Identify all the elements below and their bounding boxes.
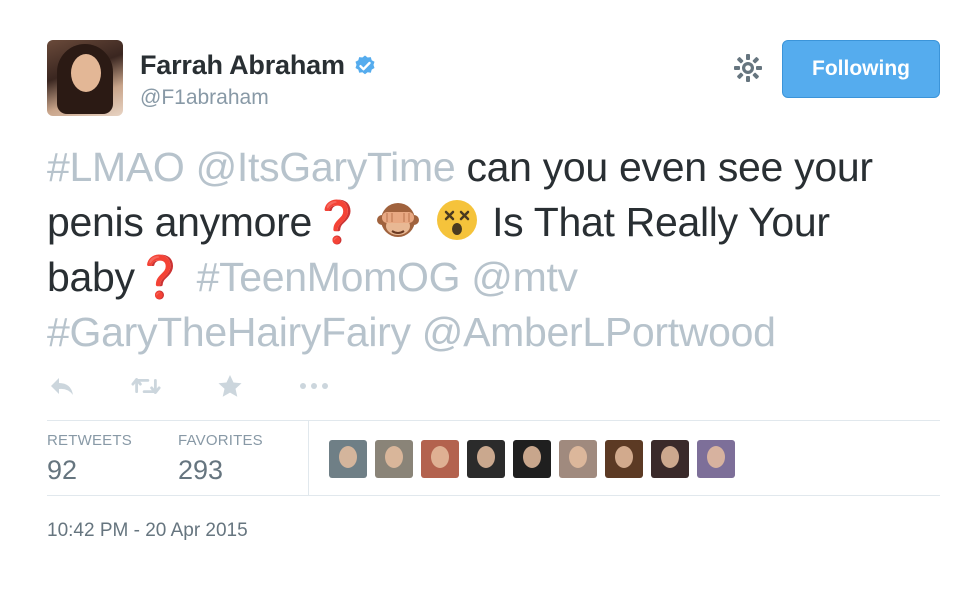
- profile-avatar[interactable]: [47, 40, 123, 116]
- tweet-line-1: #LMAO @ItsGaryTime can you even see your: [47, 140, 947, 195]
- retweets-label: RETWEETS: [47, 432, 132, 449]
- tweet-line-4: #GaryTheHairyFairy @AmberLPortwood: [47, 305, 947, 360]
- user-name-row: Farrah Abraham: [140, 50, 377, 81]
- verified-badge-icon: [355, 55, 375, 74]
- tweet-line-3: baby❓ #TeenMomOG @mtv: [47, 250, 947, 305]
- favorites-stat[interactable]: FAVORITES 293: [178, 432, 263, 486]
- hashtag-link[interactable]: #TeenMomOG: [197, 254, 461, 300]
- favoriter-avatar[interactable]: [605, 440, 643, 478]
- retweets-stat[interactable]: RETWEETS 92: [47, 432, 132, 486]
- favoriter-avatar[interactable]: [375, 440, 413, 478]
- question-mark-emoji: ❓: [312, 199, 363, 245]
- tweet-text-fragment: baby: [47, 254, 135, 300]
- tweet-line-2: penis anymore❓ Is That Really Your: [47, 195, 947, 250]
- avatar-face: [71, 54, 101, 92]
- reply-icon[interactable]: [47, 372, 77, 400]
- tweet-text-fragment: can you even see your: [466, 144, 873, 190]
- stats-divider-bottom: [47, 495, 940, 496]
- tweet-text-fragment: penis anymore: [47, 199, 313, 245]
- see-no-evil-monkey-icon: [376, 203, 419, 237]
- question-mark-emoji: ❓: [134, 254, 186, 300]
- tweet-text-fragment: Is That Really Your: [492, 199, 830, 245]
- favorites-label: FAVORITES: [178, 432, 263, 449]
- favoriter-avatar[interactable]: [329, 440, 367, 478]
- tweet-actions: [47, 372, 383, 400]
- user-handle[interactable]: @F1abraham: [140, 86, 269, 110]
- mention-link[interactable]: @AmberLPortwood: [422, 309, 776, 355]
- favoriter-avatar[interactable]: [513, 440, 551, 478]
- favoriter-avatar[interactable]: [559, 440, 597, 478]
- favoriter-avatar[interactable]: [697, 440, 735, 478]
- tweet-timestamp[interactable]: 10:42 PM - 20 Apr 2015: [47, 520, 248, 542]
- dizzy-face-icon: [436, 200, 477, 240]
- hashtag-link[interactable]: #GaryTheHairyFairy: [47, 309, 411, 355]
- stats-divider-top: [47, 420, 940, 421]
- user-name[interactable]: Farrah Abraham: [140, 50, 345, 81]
- favoriter-avatar[interactable]: [651, 440, 689, 478]
- hashtag-link[interactable]: #LMAO: [47, 144, 185, 190]
- favoriter-avatar[interactable]: [467, 440, 505, 478]
- retweet-icon[interactable]: [131, 372, 161, 400]
- following-button[interactable]: Following: [782, 40, 940, 98]
- retweets-count[interactable]: 92: [47, 455, 132, 486]
- favoriter-avatar[interactable]: [421, 440, 459, 478]
- favorites-count[interactable]: 293: [178, 455, 263, 486]
- gear-icon[interactable]: [732, 52, 764, 84]
- favoriters-avatars: [329, 440, 743, 478]
- mention-link[interactable]: @ItsGaryTime: [196, 144, 456, 190]
- mention-link[interactable]: @mtv: [471, 254, 578, 300]
- favorite-star-icon[interactable]: [215, 372, 245, 400]
- tweet-text: #LMAO @ItsGaryTime can you even see your…: [47, 140, 947, 360]
- stats-separator: [308, 420, 309, 495]
- more-dots-icon[interactable]: [299, 372, 329, 400]
